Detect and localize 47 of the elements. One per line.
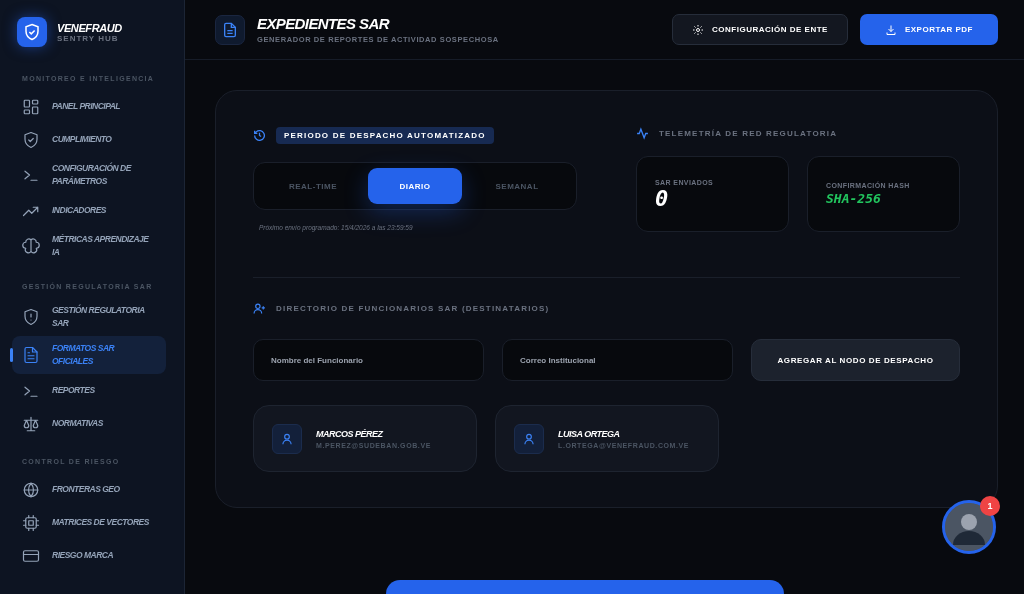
stat-value: 0 (655, 187, 670, 210)
shield-alert-icon (22, 308, 40, 326)
section-title: PERIODO DE DESPACHO AUTOMATIZADO (276, 127, 494, 144)
scale-icon (22, 414, 40, 433)
official-name: MARCOS PÉREZ (316, 428, 384, 439)
page-title: EXPEDIENTES SAR (257, 15, 391, 32)
nav-item[interactable]: GESTIÓN REGULATORIA SAR (12, 298, 166, 336)
nav-item[interactable]: INDICADORES (12, 194, 166, 227)
shield-check-icon (22, 130, 40, 149)
pulse-icon (636, 127, 649, 140)
section-title: TELEMETRÍA DE RED REGULATORIA (659, 129, 838, 138)
nav-item[interactable]: REPORTES (12, 374, 166, 407)
grid-icon (22, 97, 40, 116)
assistant-avatar[interactable] (942, 500, 996, 554)
nav-item[interactable]: CUMPLIMIENTO (12, 123, 166, 156)
user-icon (272, 423, 302, 454)
section-title: DIRECTORIO DE FUNCIONARIOS SAR (DESTINATARIOS) (276, 304, 550, 313)
brain-icon (22, 237, 40, 255)
add-button[interactable]: AGREGAR AL NODO DE DESPACHO (751, 339, 960, 381)
history-icon (253, 129, 266, 142)
brand-subtitle: SENTRY HUB (57, 33, 120, 43)
settings-button[interactable]: CONFIGURACIÓN DE ENTE (672, 14, 848, 45)
document-icon (22, 346, 40, 364)
nav-item[interactable]: MÉTRICAS APRENDIZAJE IA (12, 227, 166, 265)
download-icon (884, 23, 897, 36)
chip-icon (22, 513, 40, 532)
nav-item[interactable]: FORMATOS SAR OFICIALES (12, 336, 166, 374)
user-plus-icon (253, 302, 266, 315)
nav-item[interactable]: NORMATIVAS (12, 407, 166, 440)
stat-value: SHA-256 (826, 191, 882, 206)
nav-item[interactable]: PANEL PRINCIPAL (12, 90, 166, 123)
settings-icon (692, 23, 705, 36)
brand-name: VENEFRAUD (57, 21, 122, 34)
nav-item[interactable]: RIESGO MARCA (12, 539, 166, 572)
official-name: LUISA ORTEGA (558, 428, 621, 439)
globe-icon (22, 480, 40, 499)
nav-item[interactable]: MATRICES DE VECTORES (12, 506, 166, 539)
nav-item[interactable]: FRONTERAS GEO (12, 473, 166, 506)
document-icon (215, 14, 245, 45)
user-icon (514, 423, 544, 454)
nav-item[interactable]: CONFIGURACIÓN DE PARÁMETROS (12, 156, 166, 194)
period-tab[interactable]: DIARIO (368, 168, 462, 204)
email-field[interactable]: Correo Institucional (502, 339, 733, 381)
name-field[interactable]: Nombre del Funcionario (253, 339, 484, 381)
shield-logo-icon (17, 17, 47, 47)
export-button[interactable]: EXPORTAR PDF (859, 14, 998, 45)
notification-badge: 1 (980, 496, 1000, 516)
